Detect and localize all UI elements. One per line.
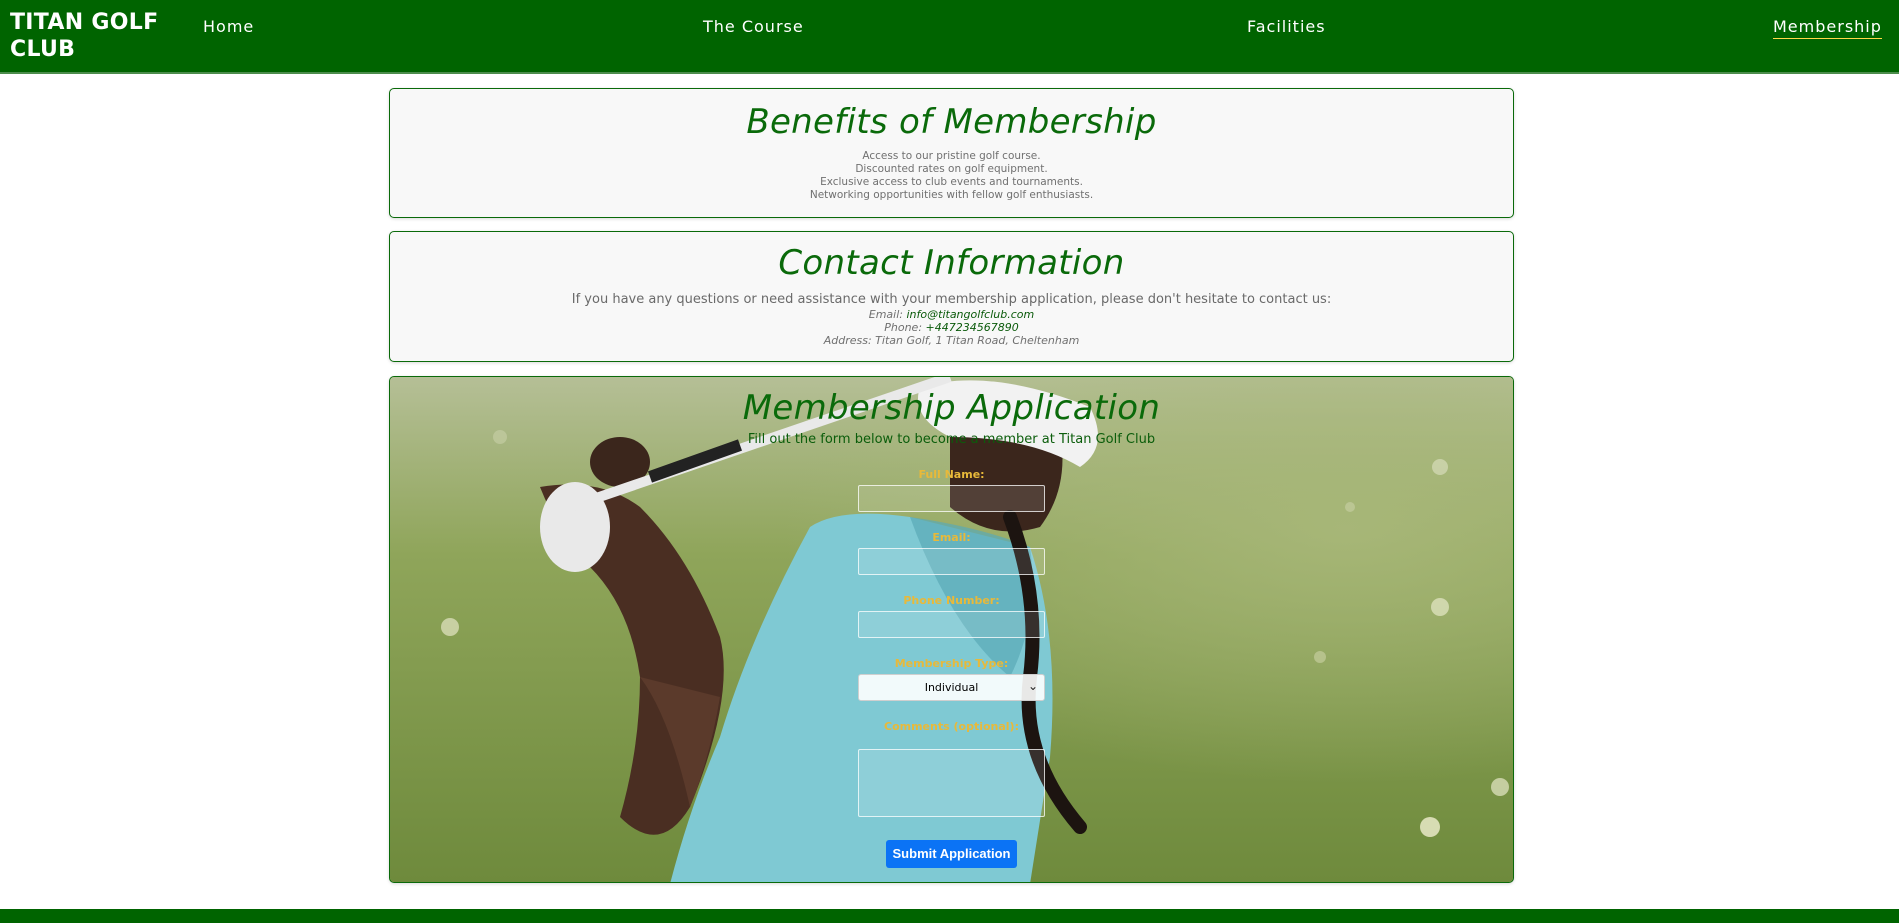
membership-type-label: Membership Type: xyxy=(894,657,1009,670)
full-name-label: Full Name: xyxy=(918,468,985,481)
email-link[interactable]: info@titangolfclub.com xyxy=(907,308,1035,321)
submit-application-button[interactable]: Submit Application xyxy=(886,840,1017,868)
footer-bar xyxy=(0,909,1899,923)
nav-the-course[interactable]: The Course xyxy=(703,17,804,38)
contact-address: Address: Titan Golf, 1 Titan Road, Chelt… xyxy=(823,334,1080,347)
nav-facilities[interactable]: Facilities xyxy=(1247,17,1326,38)
application-section: Membership Application Fill out the form… xyxy=(389,376,1514,883)
top-navbar: TITAN GOLF CLUB Home The Course Faciliti… xyxy=(0,0,1899,74)
comments-textarea[interactable] xyxy=(858,749,1045,817)
contact-intro: If you have any questions or need assist… xyxy=(571,292,1332,307)
nav-home[interactable]: Home xyxy=(203,17,254,38)
email-label: Email: xyxy=(868,308,903,321)
benefit-item: Discounted rates on golf equipment. xyxy=(855,163,1048,175)
full-name-input[interactable] xyxy=(858,485,1045,512)
contact-email-line: Email: info@titangolfclub.com xyxy=(390,308,1513,321)
benefits-list: Access to our pristine golf course. Disc… xyxy=(390,150,1513,202)
chevron-down-icon: ⌄ xyxy=(1027,679,1038,693)
application-title: Membership Application xyxy=(742,388,1161,428)
benefit-item: Access to our pristine golf course. xyxy=(862,150,1041,162)
membership-type-select[interactable]: Individual ⌄ xyxy=(858,674,1045,701)
application-lead: Fill out the form below to become a memb… xyxy=(747,432,1156,447)
contact-title: Contact Information xyxy=(778,243,1125,283)
benefit-item: Networking opportunities with fellow gol… xyxy=(809,189,1094,201)
phone-label: Phone: xyxy=(884,321,923,334)
benefits-section: Benefits of Membership Access to our pri… xyxy=(389,88,1514,218)
membership-type-value: Individual xyxy=(924,681,979,694)
contact-section: Contact Information If you have any ques… xyxy=(389,231,1514,362)
email-label: Email: xyxy=(932,531,971,544)
contact-phone-line: Phone: +447234567890 xyxy=(390,321,1513,334)
phone-link[interactable]: +447234567890 xyxy=(926,321,1019,334)
email-input[interactable] xyxy=(858,548,1045,575)
benefits-title: Benefits of Membership xyxy=(746,102,1157,142)
brand-logo-text[interactable]: TITAN GOLF CLUB xyxy=(10,9,170,63)
benefit-item: Exclusive access to club events and tour… xyxy=(820,176,1083,188)
nav-membership[interactable]: Membership xyxy=(1773,17,1882,39)
comments-label: Comments (optional): xyxy=(884,720,1019,733)
phone-label: Phone Number: xyxy=(903,594,1000,607)
application-form: Membership Application Fill out the form… xyxy=(390,377,1513,882)
phone-input[interactable] xyxy=(858,611,1045,638)
